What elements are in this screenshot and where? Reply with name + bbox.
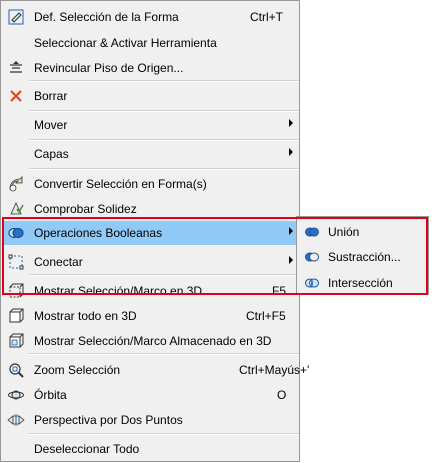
delete-x-icon: [7, 87, 25, 105]
submenu-arrow-icon: [289, 256, 293, 264]
menu-item-define-shape-selection[interactable]: Def. Selección de la Forma Ctrl+T: [2, 5, 299, 29]
separator: [29, 274, 299, 276]
menu-item-zoom-selection[interactable]: Zoom Selección Ctrl+Mayús+': [2, 358, 309, 382]
two-point-perspective-icon: [7, 411, 25, 429]
menu-item-orbit[interactable]: Órbita O: [2, 383, 299, 407]
menu-item-convert-to-morph[interactable]: Convertir Selección en Forma(s): [2, 172, 299, 196]
submenu-arrow-icon: [289, 119, 293, 127]
menu-item-boolean-operations[interactable]: Operaciones Booleanas: [2, 221, 299, 245]
menu-item-deselect-all[interactable]: Deseleccionar Todo: [2, 437, 299, 461]
boolean-operations-icon: [7, 224, 25, 242]
submenu-item-subtraction[interactable]: Sustracción...: [298, 245, 428, 269]
menu-item-connect[interactable]: Conectar: [2, 250, 299, 274]
menu-item-relink-home-story[interactable]: Revincular Piso de Origen...: [2, 56, 299, 80]
shape-selection-icon: [7, 8, 25, 26]
zoom-selection-icon: [7, 361, 25, 379]
show-stored-3d-icon: [7, 332, 25, 350]
menu-item-select-activate-tool[interactable]: Seleccionar & Activar Herramienta: [2, 31, 299, 55]
menu-item-move[interactable]: Mover: [2, 113, 299, 137]
menu-item-show-stored-selection-in-3d[interactable]: Mostrar Selección/Marco Almacenado en 3D: [2, 329, 299, 353]
separator: [29, 433, 299, 435]
submenu-item-intersection[interactable]: Intersección: [298, 271, 428, 295]
separator: [29, 110, 299, 112]
menu-item-delete[interactable]: Borrar: [2, 84, 299, 108]
menu-item-show-selection-in-3d[interactable]: Mostrar Selección/Marco en 3D F5: [2, 279, 299, 303]
separator: [29, 353, 299, 355]
separator: [29, 80, 299, 82]
intersection-icon: [304, 275, 320, 291]
submenu-arrow-icon: [289, 227, 293, 235]
boolean-operations-submenu: Unión Sustracción... Intersección: [296, 216, 429, 295]
convert-to-shape-icon: [7, 175, 25, 193]
separator: [29, 139, 299, 141]
menu-item-layers[interactable]: Capas: [2, 142, 299, 166]
menu-item-show-all-in-3d[interactable]: Mostrar todo en 3D Ctrl+F5: [2, 304, 299, 328]
show-all-3d-icon: [7, 307, 25, 325]
context-menu: Def. Selección de la Forma Ctrl+T Selecc…: [0, 0, 309, 462]
menu-item-check-solidity[interactable]: Comprobar Solidez: [2, 197, 299, 221]
menu-item-two-point-perspective[interactable]: Perspectiva por Dos Puntos: [2, 408, 299, 432]
relink-floor-icon: [7, 59, 25, 77]
submenu-item-union[interactable]: Unión: [298, 220, 428, 244]
check-solid-icon: [7, 200, 25, 218]
orbit-icon: [7, 386, 25, 404]
union-icon: [304, 224, 320, 240]
show-selection-3d-icon: [7, 282, 25, 300]
separator: [29, 168, 299, 170]
connect-icon: [7, 253, 25, 271]
subtraction-icon: [304, 249, 320, 265]
submenu-arrow-icon: [289, 148, 293, 156]
